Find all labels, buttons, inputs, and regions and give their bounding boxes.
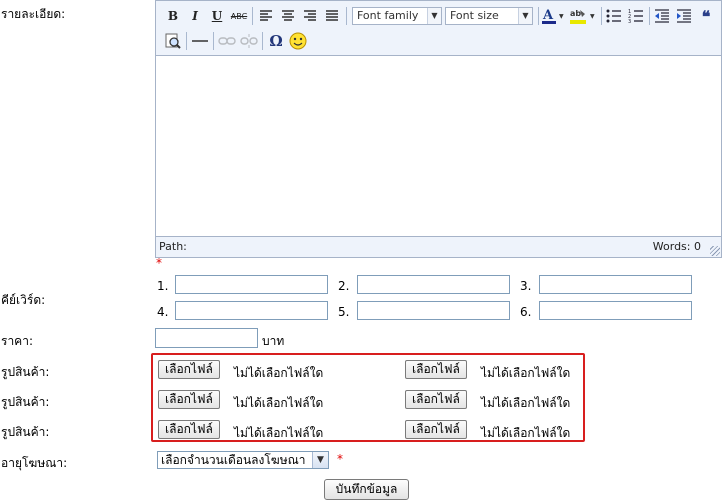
rich-text-editor: B I U ABC Font family ▼ Font size ▼ A ▼ … bbox=[155, 0, 722, 258]
numbered-list-button[interactable]: 123 bbox=[626, 6, 646, 26]
required-mark: * bbox=[337, 452, 343, 466]
editor-statusbar: Path: Words: 0 bbox=[156, 236, 721, 257]
numbered-list-icon: 123 bbox=[628, 9, 643, 23]
find-replace-button[interactable] bbox=[163, 31, 183, 51]
highlight-color-button[interactable]: ab ▼ bbox=[568, 6, 598, 26]
word-count: Words: 0 bbox=[652, 240, 701, 253]
blockquote-button[interactable]: ❝ bbox=[696, 6, 716, 26]
underline-button[interactable]: U bbox=[207, 6, 227, 26]
choose-file-button[interactable]: เลือกไฟล์ bbox=[158, 390, 220, 409]
ad-duration-label: อายุโฆษณา: bbox=[1, 456, 68, 470]
link-button[interactable] bbox=[217, 31, 237, 51]
price-unit: บาท bbox=[262, 334, 285, 348]
choose-file-button[interactable]: เลือกไฟล์ bbox=[158, 420, 220, 439]
align-left-icon bbox=[260, 10, 272, 21]
svg-text:3: 3 bbox=[628, 19, 631, 23]
emoticon-button[interactable] bbox=[288, 31, 308, 51]
magnifier-icon bbox=[165, 33, 181, 49]
file-status: ไม่ได้เลือกไฟล์ใด bbox=[234, 366, 324, 380]
align-justify-button[interactable] bbox=[322, 6, 342, 26]
chevron-down-icon: ▼ bbox=[427, 8, 441, 24]
choose-file-button[interactable]: เลือกไฟล์ bbox=[158, 360, 220, 379]
outdent-icon bbox=[655, 9, 669, 23]
choose-file-button[interactable]: เลือกไฟล์ bbox=[405, 390, 467, 409]
quote-icon: ❝ bbox=[701, 6, 711, 26]
horizontal-rule-button[interactable] bbox=[190, 31, 210, 51]
indent-button[interactable] bbox=[674, 6, 694, 26]
font-size-select[interactable]: Font size ▼ bbox=[445, 7, 533, 25]
keywords-label: คีย์เวิร์ด: bbox=[1, 293, 46, 307]
choose-file-button[interactable]: เลือกไฟล์ bbox=[405, 420, 467, 439]
keyword-input-1[interactable] bbox=[175, 275, 328, 294]
chevron-down-icon: ▼ bbox=[518, 8, 532, 24]
editor-toolbar: B I U ABC Font family ▼ Font size ▼ A ▼ … bbox=[156, 1, 721, 56]
keyword-number: 5. bbox=[338, 305, 350, 319]
bullet-list-icon bbox=[606, 9, 621, 23]
save-button[interactable]: บันทึกข้อมูล bbox=[324, 479, 409, 500]
align-center-button[interactable] bbox=[278, 6, 298, 26]
file-status: ไม่ได้เลือกไฟล์ใด bbox=[481, 396, 571, 410]
font-size-value: Font size bbox=[450, 9, 499, 22]
svg-text:ab: ab bbox=[570, 9, 581, 18]
keyword-input-3[interactable] bbox=[539, 275, 692, 294]
smiley-icon bbox=[289, 32, 307, 50]
unlink-button[interactable] bbox=[239, 31, 259, 51]
text-color-button[interactable]: A ▼ bbox=[540, 6, 568, 26]
file-status: ไม่ได้เลือกไฟล์ใด bbox=[234, 396, 324, 410]
detail-label: รายละเอียด: bbox=[1, 7, 66, 21]
bold-button[interactable]: B bbox=[163, 6, 183, 26]
font-family-value: Font family bbox=[357, 9, 419, 22]
image-label-1: รูปสินค้า: bbox=[1, 365, 50, 379]
strikethrough-button[interactable]: ABC bbox=[229, 6, 249, 26]
choose-file-button[interactable]: เลือกไฟล์ bbox=[405, 360, 467, 379]
ad-duration-value: เลือกจำนวนเดือนลงโฆษณา bbox=[161, 453, 306, 467]
keyword-input-5[interactable] bbox=[357, 301, 510, 320]
editor-content-area[interactable] bbox=[156, 56, 721, 236]
chevron-down-icon: ▼ bbox=[312, 452, 328, 468]
price-label: ราคา: bbox=[1, 334, 33, 348]
price-input[interactable] bbox=[155, 328, 258, 348]
editor-path: Path: bbox=[159, 240, 187, 253]
highlight-icon: ab ▼ bbox=[570, 9, 595, 24]
ad-duration-select[interactable]: เลือกจำนวนเดือนลงโฆษณา ▼ bbox=[157, 451, 329, 469]
align-right-icon bbox=[304, 10, 316, 21]
horizontal-rule-icon bbox=[192, 40, 208, 42]
svg-text:▼: ▼ bbox=[559, 13, 564, 20]
align-left-button[interactable] bbox=[256, 6, 276, 26]
image-label-3: รูปสินค้า: bbox=[1, 425, 50, 439]
keyword-number: 1. bbox=[157, 279, 169, 293]
keyword-number: 3. bbox=[520, 279, 532, 293]
italic-button[interactable]: I bbox=[185, 6, 205, 26]
file-status: ไม่ได้เลือกไฟล์ใด bbox=[481, 426, 571, 440]
outdent-button[interactable] bbox=[652, 6, 672, 26]
indent-icon bbox=[677, 9, 691, 23]
align-right-button[interactable] bbox=[300, 6, 320, 26]
image-label-2: รูปสินค้า: bbox=[1, 395, 50, 409]
align-justify-icon bbox=[326, 10, 338, 21]
keyword-input-2[interactable] bbox=[357, 275, 510, 294]
resize-handle-icon[interactable] bbox=[710, 246, 720, 256]
bullet-list-button[interactable] bbox=[604, 6, 624, 26]
keyword-number: 2. bbox=[338, 279, 350, 293]
keyword-input-6[interactable] bbox=[539, 301, 692, 320]
file-status: ไม่ได้เลือกไฟล์ใด bbox=[481, 366, 571, 380]
special-char-button[interactable]: Ω bbox=[266, 31, 286, 51]
svg-text:▼: ▼ bbox=[590, 13, 595, 20]
keyword-input-4[interactable] bbox=[175, 301, 328, 320]
font-family-select[interactable]: Font family ▼ bbox=[352, 7, 442, 25]
omega-icon: Ω bbox=[269, 32, 283, 50]
keyword-number: 4. bbox=[157, 305, 169, 319]
align-center-icon bbox=[282, 10, 294, 21]
text-color-icon: A ▼ bbox=[542, 8, 564, 24]
required-mark: * bbox=[156, 256, 162, 270]
unlink-icon bbox=[240, 34, 258, 48]
svg-text:A: A bbox=[542, 8, 554, 23]
file-status: ไม่ได้เลือกไฟล์ใด bbox=[234, 426, 324, 440]
link-icon bbox=[218, 37, 236, 45]
keyword-number: 6. bbox=[520, 305, 532, 319]
